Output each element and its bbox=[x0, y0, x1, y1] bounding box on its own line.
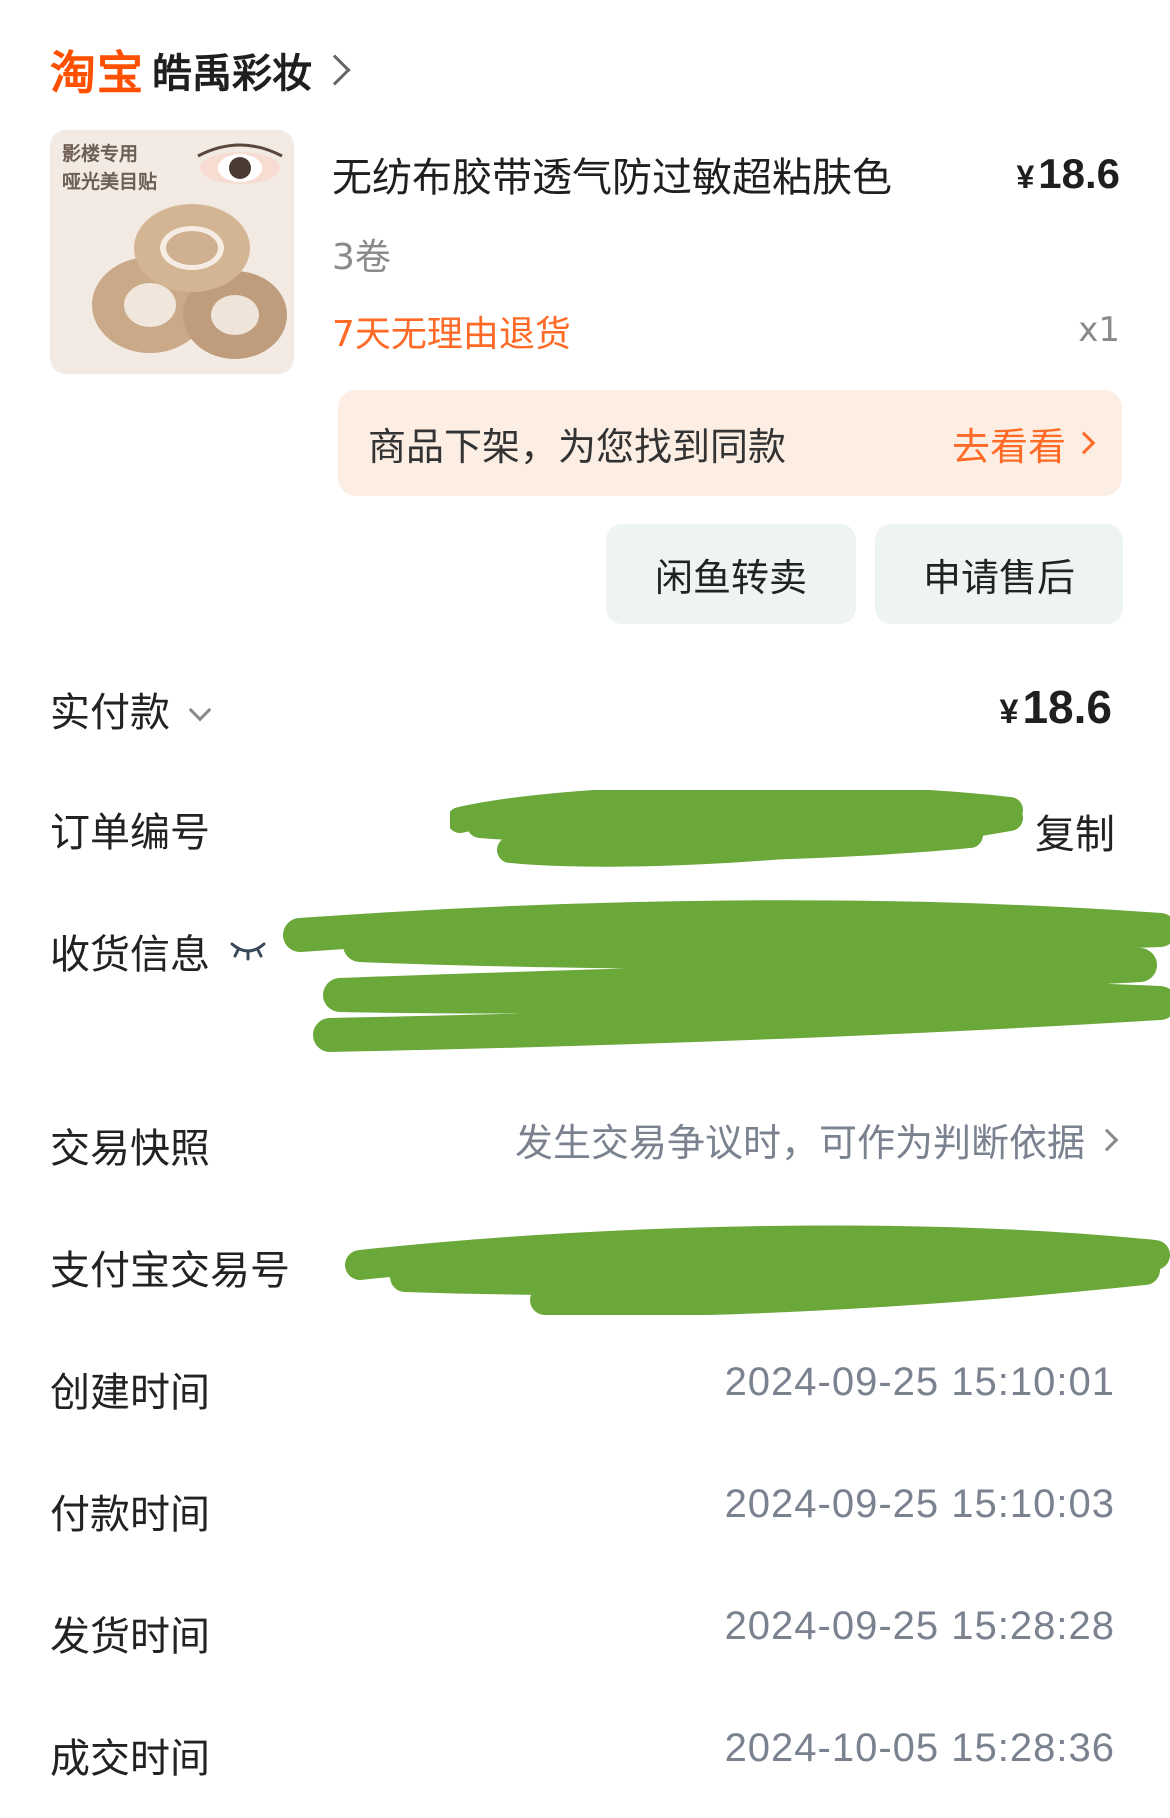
thumbnail-caption-line: 哑光美目贴 bbox=[62, 171, 158, 193]
taobao-logo: 淘宝 bbox=[50, 46, 144, 100]
chevron-right-icon bbox=[1095, 1128, 1119, 1151]
alipay-trade-label: 支付宝交易号 bbox=[50, 1248, 290, 1294]
chevron-right-icon bbox=[319, 54, 351, 86]
shipping-info-label: 收货信息 bbox=[50, 932, 210, 978]
shipped-time: 2024-09-25 15:28:28 bbox=[724, 1604, 1115, 1648]
completed-time: 2024-10-05 15:28:36 bbox=[724, 1726, 1115, 1770]
created-time: 2024-09-25 15:10:01 bbox=[724, 1360, 1115, 1404]
paid-amount-label: 实付款 bbox=[50, 690, 170, 736]
paid-amount: ¥18.6 bbox=[1000, 680, 1112, 734]
snapshot-hint: 发生交易争议时，可作为判断依据 bbox=[514, 1121, 1085, 1165]
return-policy-badge: 7天无理由退货 bbox=[332, 314, 571, 355]
after-sale-button[interactable]: 申请售后 bbox=[875, 524, 1123, 624]
delisted-text: 商品下架，为您找到同款 bbox=[368, 424, 787, 469]
shop-name[interactable]: 皓禹彩妆 bbox=[152, 41, 312, 99]
eye-closed-icon[interactable] bbox=[228, 938, 268, 962]
redaction-scribble bbox=[283, 900, 1170, 1052]
completed-time-label: 成交时间 bbox=[50, 1736, 210, 1782]
thumbnail-caption: 影楼专用 哑光美目贴 bbox=[62, 140, 157, 196]
redaction-scribble bbox=[450, 790, 1023, 867]
product-price: ¥18.6 bbox=[1016, 150, 1120, 198]
currency-symbol: ¥ bbox=[1016, 159, 1035, 195]
product-quantity: x1 bbox=[1078, 310, 1120, 350]
shipped-time-label: 发货时间 bbox=[50, 1614, 210, 1660]
product-price-value: 18.6 bbox=[1038, 150, 1120, 197]
paid-amount-value: 18.6 bbox=[1022, 681, 1112, 733]
snapshot-link[interactable]: 发生交易争议时，可作为判断依据 bbox=[514, 1112, 1119, 1167]
product-thumbnail[interactable]: 影楼专用 哑光美目贴 bbox=[50, 130, 294, 374]
created-time-label: 创建时间 bbox=[50, 1370, 210, 1416]
currency-symbol: ¥ bbox=[999, 693, 1019, 731]
order-number-label: 订单编号 bbox=[50, 810, 210, 856]
paid-time: 2024-09-25 15:10:03 bbox=[724, 1482, 1115, 1526]
product-variant: 3卷 bbox=[332, 237, 391, 278]
shop-header[interactable]: 淘宝 皓禹彩妆 bbox=[50, 40, 351, 100]
copy-button[interactable]: 复制 bbox=[1035, 802, 1115, 860]
paid-amount-row[interactable]: 实付款 bbox=[50, 680, 212, 738]
view-similar-label: 去看看 bbox=[951, 424, 1066, 469]
snapshot-label: 交易快照 bbox=[50, 1126, 210, 1172]
chevron-right-icon bbox=[1072, 431, 1096, 455]
product-title[interactable]: 无纺布胶带透气防过敏超粘肤色 bbox=[332, 145, 972, 203]
view-similar-link[interactable]: 去看看 bbox=[951, 416, 1096, 471]
paid-time-label: 付款时间 bbox=[50, 1492, 210, 1538]
thumbnail-caption-line: 影楼专用 bbox=[62, 143, 139, 165]
resell-button[interactable]: 闲鱼转卖 bbox=[606, 524, 856, 624]
redaction-scribble bbox=[345, 1225, 1170, 1315]
chevron-down-icon bbox=[188, 698, 212, 722]
delisted-banner[interactable]: 商品下架，为您找到同款 去看看 bbox=[338, 390, 1122, 496]
